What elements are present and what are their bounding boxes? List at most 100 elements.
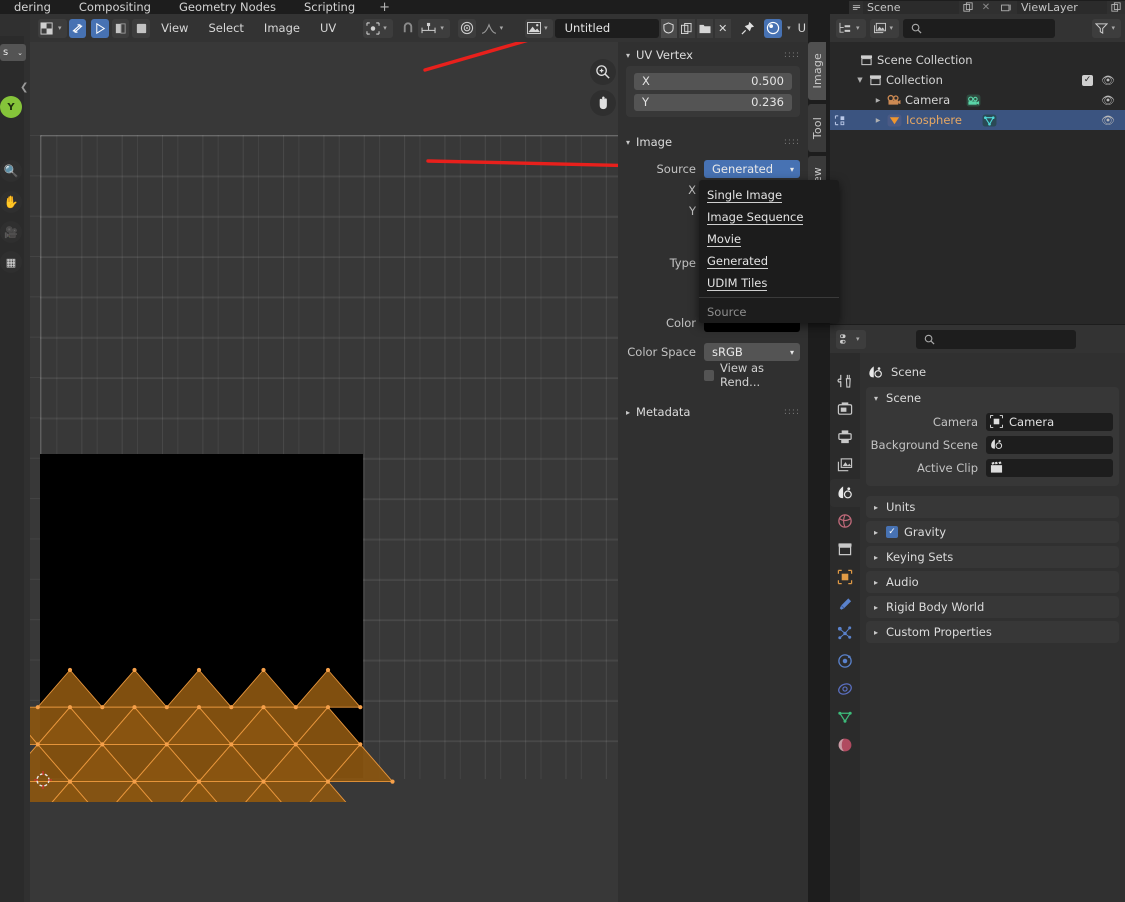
- properties-search-input[interactable]: [915, 329, 1076, 349]
- view-layer-name-field[interactable]: ViewLayer: [1017, 0, 1107, 14]
- image-display-mode-button[interactable]: [764, 18, 783, 38]
- new-image-copy-icon[interactable]: [678, 18, 695, 38]
- add-workspace-button[interactable]: +: [369, 0, 400, 15]
- pan-gizmo-icon[interactable]: ✋: [0, 191, 22, 213]
- hide-in-viewport-eye-icon[interactable]: 👁: [1101, 74, 1115, 87]
- background-scene-field[interactable]: [986, 435, 1113, 454]
- source-option-image-sequence[interactable]: Image Sequence: [699, 206, 839, 228]
- properties-tab-constraints[interactable]: [830, 675, 860, 703]
- keying-sets-panel[interactable]: ▸ Keying Sets: [866, 546, 1119, 568]
- outliner-row-icosphere[interactable]: ▶ Icosphere 👁: [830, 110, 1125, 130]
- properties-tab-collection[interactable]: [830, 535, 860, 563]
- uv-zoom-gizmo-icon[interactable]: [590, 59, 616, 85]
- view-as-render-checkbox[interactable]: View as Rend...: [704, 361, 800, 389]
- scene-panel-header[interactable]: ▾ Scene: [866, 387, 1119, 409]
- properties-tab-material[interactable]: [830, 731, 860, 759]
- properties-display-mode-selector[interactable]: ▾: [836, 329, 866, 349]
- scene-name-field[interactable]: Scene: [863, 0, 959, 14]
- image-panel-header[interactable]: ▾ Image ::::: [618, 133, 808, 151]
- proportional-editing-button[interactable]: [457, 18, 476, 38]
- editor-type-selector[interactable]: ▾: [38, 18, 67, 38]
- properties-tab-particles[interactable]: [830, 619, 860, 647]
- outliner-display-mode-selector[interactable]: ▾: [836, 18, 866, 38]
- gravity-panel[interactable]: ▸ ✓ Gravity: [866, 521, 1119, 543]
- properties-tab-object[interactable]: [830, 563, 860, 591]
- image-datablock-selector[interactable]: ▾: [525, 18, 553, 38]
- menu-image[interactable]: Image: [255, 19, 309, 38]
- properties-tab-physics[interactable]: [830, 647, 860, 675]
- properties-tab-render[interactable]: [830, 395, 860, 423]
- outliner-search-input[interactable]: [903, 18, 1056, 38]
- uv-vertex-x-field[interactable]: X 0.500: [634, 72, 792, 90]
- camera-gizmo-icon[interactable]: 🎥: [0, 221, 22, 243]
- camera-field[interactable]: Camera: [986, 412, 1113, 431]
- collection-enable-checkbox[interactable]: ✓: [1082, 74, 1093, 86]
- view-layer-browse-icon[interactable]: [995, 0, 1017, 14]
- outliner-filter-button[interactable]: ▾: [1092, 18, 1121, 38]
- sidebar-tab-tool[interactable]: Tool: [808, 104, 826, 152]
- disclosure-triangle-icon[interactable]: ▶: [872, 117, 884, 124]
- source-option-generated[interactable]: Generated: [699, 250, 839, 272]
- hide-in-viewport-eye-icon[interactable]: 👁: [1101, 94, 1115, 107]
- toolbar-collapse-arrow[interactable]: ❮: [20, 82, 28, 93]
- outliner-filter-id-selector[interactable]: ▾: [869, 18, 900, 38]
- outliner-row-scene-collection[interactable]: Scene Collection: [830, 50, 1125, 70]
- uv-select-mode-edge-button[interactable]: [111, 18, 130, 38]
- viewport-editor-selector[interactable]: s ⌄: [0, 44, 26, 64]
- falloff-type-selector[interactable]: ▾: [478, 19, 510, 38]
- rigid-body-world-panel[interactable]: ▸ Rigid Body World: [866, 596, 1119, 618]
- outliner-row-camera[interactable]: ▶ Camera 👁: [830, 90, 1125, 110]
- scene-browse-icon[interactable]: [849, 0, 863, 14]
- metadata-panel-header[interactable]: ▸ Metadata ::::: [618, 403, 808, 421]
- image-name-field[interactable]: Untitled: [554, 18, 659, 38]
- fake-user-shield-icon[interactable]: [660, 18, 677, 38]
- uv-select-mode-vertex-button[interactable]: [91, 18, 109, 38]
- disclosure-triangle-icon[interactable]: ▶: [872, 97, 884, 104]
- custom-properties-panel[interactable]: ▸ Custom Properties: [866, 621, 1119, 643]
- menu-select[interactable]: Select: [199, 19, 252, 38]
- gravity-checkbox[interactable]: ✓: [886, 526, 899, 538]
- source-dropdown-popup[interactable]: Single Image Image Sequence Movie Genera…: [699, 180, 839, 323]
- uv-snap-magnet-button[interactable]: [399, 19, 417, 38]
- menu-uv[interactable]: UV: [311, 19, 345, 38]
- mesh-data-icon[interactable]: [982, 113, 997, 127]
- uv-pan-gizmo-icon[interactable]: [590, 90, 616, 116]
- properties-tab-tool[interactable]: [830, 367, 860, 395]
- audio-panel[interactable]: ▸ Audio: [866, 571, 1119, 593]
- image-colorspace-dropdown[interactable]: sRGB ▾: [704, 343, 800, 361]
- pivot-point-selector[interactable]: ▾: [363, 18, 393, 38]
- open-image-folder-icon[interactable]: [696, 18, 713, 38]
- menu-view[interactable]: View: [152, 19, 197, 38]
- zoom-gizmo-icon[interactable]: 🔍: [0, 160, 22, 182]
- outliner-row-collection[interactable]: ▼ Collection ✓ 👁: [830, 70, 1125, 90]
- new-scene-icon[interactable]: [959, 0, 977, 14]
- unlink-image-close-icon[interactable]: ✕: [714, 18, 731, 38]
- properties-tab-object-data[interactable]: [830, 703, 860, 731]
- properties-tab-world[interactable]: [830, 507, 860, 535]
- properties-tab-modifiers[interactable]: [830, 591, 860, 619]
- uv-vertex-y-field[interactable]: Y 0.236: [634, 93, 792, 111]
- uv-mesh-islands[interactable]: [30, 442, 450, 802]
- properties-tab-scene[interactable]: [830, 479, 860, 507]
- chevron-down-icon[interactable]: ▾: [784, 24, 794, 32]
- drag-handle-dots[interactable]: ::::: [784, 50, 800, 60]
- proportional-edit-toggle-group[interactable]: ▾: [418, 18, 450, 38]
- sidebar-tab-image[interactable]: Image: [808, 42, 826, 100]
- properties-tab-output[interactable]: [830, 423, 860, 451]
- disclosure-triangle-icon[interactable]: ▼: [854, 76, 866, 84]
- uv-vertex-panel-header[interactable]: ▾ UV Vertex ::::: [618, 46, 808, 64]
- source-option-single-image[interactable]: Single Image: [699, 184, 839, 206]
- uv-select-mode-face-button[interactable]: [132, 18, 151, 38]
- drag-handle-dots[interactable]: ::::: [784, 407, 800, 417]
- uv-sync-selection-button[interactable]: [68, 18, 87, 38]
- source-option-movie[interactable]: Movie: [699, 228, 839, 250]
- new-view-layer-icon[interactable]: [1107, 0, 1125, 14]
- units-panel[interactable]: ▸ Units: [866, 496, 1119, 518]
- source-option-udim-tiles[interactable]: UDIM Tiles: [699, 272, 839, 294]
- active-clip-field[interactable]: [986, 458, 1113, 477]
- hide-in-viewport-eye-icon[interactable]: 👁: [1101, 114, 1115, 127]
- properties-tab-view-layer[interactable]: [830, 451, 860, 479]
- grid-gizmo-icon[interactable]: ▦: [0, 251, 22, 273]
- camera-data-icon[interactable]: [966, 93, 981, 107]
- pin-icon[interactable]: [739, 19, 757, 38]
